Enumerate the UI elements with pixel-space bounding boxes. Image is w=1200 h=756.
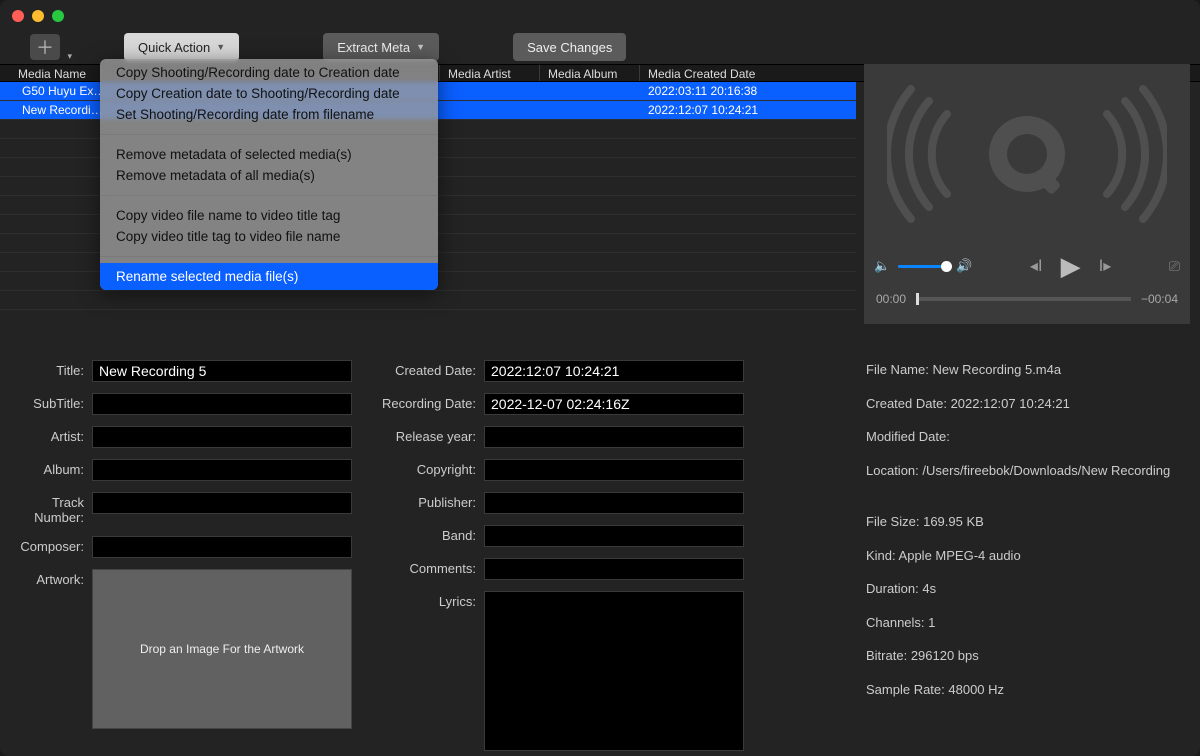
composer-field[interactable] [92, 536, 352, 558]
save-changes-button[interactable]: Save Changes [513, 33, 626, 61]
label-composer: Composer: [10, 536, 92, 554]
label-album: Album: [10, 459, 92, 477]
release-year-field[interactable] [484, 426, 744, 448]
info-location: Location: /Users/fireebok/Downloads/New … [866, 461, 1186, 481]
preview-controls: 🔈 🔊 ◂Ⅰ ▶ Ⅰ▸ ⎚ [864, 246, 1190, 286]
info-channels: Channels: 1 [866, 613, 1186, 633]
add-media-button[interactable]: ＋ [30, 34, 60, 60]
label-artist: Artist: [10, 426, 92, 444]
info-bitrate: Bitrate: 296120 bps [866, 646, 1186, 666]
band-field[interactable] [484, 525, 744, 547]
preview-artwork [864, 64, 1190, 244]
info-samplerate: Sample Rate: 48000 Hz [866, 680, 1186, 700]
metadata-form: Title:New Recording 5 SubTitle: Artist: … [10, 360, 770, 751]
comments-field[interactable] [484, 558, 744, 580]
window-controls [12, 10, 64, 22]
info-modified: Modified Date: [866, 427, 1186, 447]
cell-name: New Recordi…5.m [22, 103, 102, 117]
label-created: Created Date: [382, 360, 484, 378]
quicktime-icon [887, 79, 1167, 229]
artist-field[interactable] [92, 426, 352, 448]
label-comments: Comments: [382, 558, 484, 576]
menu-item-remove-metadata-selected[interactable]: Remove metadata of selected media(s) [100, 141, 438, 165]
step-back-button[interactable]: ◂Ⅰ [1030, 256, 1043, 276]
play-button[interactable]: ▶ [1061, 251, 1081, 282]
album-field[interactable] [92, 459, 352, 481]
label-copyright: Copyright: [382, 459, 484, 477]
copyright-field[interactable] [484, 459, 744, 481]
info-kind: Kind: Apple MPEG-4 audio [866, 546, 1186, 566]
track-field[interactable] [92, 492, 352, 514]
menu-separator [100, 256, 438, 257]
label-band: Band: [382, 525, 484, 543]
quick-action-label: Quick Action [138, 40, 210, 55]
cell-created: 2022:12:07 10:24:21 [640, 103, 840, 117]
label-lyrics: Lyrics: [382, 591, 484, 609]
recording-date-field[interactable]: 2022-12-07 02:24:16Z [484, 393, 744, 415]
col-media-created[interactable]: Media Created Date [640, 65, 840, 81]
scrubber[interactable] [916, 297, 1131, 301]
chevron-down-icon: ▼ [416, 42, 425, 52]
extract-meta-label: Extract Meta [337, 40, 410, 55]
menu-item-copy-creation-to-shooting[interactable]: Copy Creation date to Shooting/Recording… [100, 83, 438, 104]
app-window: ＋ Quick Action ▼ Extract Meta ▼ Save Cha… [0, 0, 1200, 756]
step-forward-button[interactable]: Ⅰ▸ [1099, 256, 1112, 276]
label-track: Track Number: [10, 492, 92, 525]
lyrics-field[interactable] [484, 591, 744, 751]
preview-pane: 🔈 🔊 ◂Ⅰ ▶ Ⅰ▸ ⎚ 00:00 −00:04 [864, 64, 1190, 324]
menu-item-copy-filename-to-title[interactable]: Copy video file name to video title tag [100, 202, 438, 226]
menu-separator [100, 134, 438, 135]
label-recording: Recording Date: [382, 393, 484, 411]
cell-created: 2022:03:11 20:16:38 [640, 84, 840, 98]
preview-timeline: 00:00 −00:04 [864, 284, 1190, 314]
menu-separator [100, 195, 438, 196]
time-remaining: −00:04 [1141, 292, 1178, 306]
airplay-icon[interactable]: ⎚ [1169, 258, 1180, 275]
extract-meta-button[interactable]: Extract Meta ▼ [323, 33, 439, 61]
cell-name: G50 Huyu Ex…3. [22, 84, 102, 98]
close-window-button[interactable] [12, 10, 24, 22]
created-date-field[interactable]: 2022:12:07 10:24:21 [484, 360, 744, 382]
chevron-down-icon: ▼ [216, 42, 225, 52]
file-info-panel: File Name: New Recording 5.m4a Created D… [866, 360, 1186, 699]
label-subtitle: SubTitle: [10, 393, 92, 411]
menu-item-set-shooting-from-filename[interactable]: Set Shooting/Recording date from filenam… [100, 104, 438, 128]
col-media-name[interactable]: Media Name [10, 65, 102, 81]
zoom-window-button[interactable] [52, 10, 64, 22]
save-changes-label: Save Changes [527, 40, 612, 55]
info-created: Created Date: 2022:12:07 10:24:21 [866, 394, 1186, 414]
label-artwork: Artwork: [10, 569, 92, 587]
col-media-artist[interactable]: Media Artist [440, 65, 540, 81]
quick-action-menu: Copy Shooting/Recording date to Creation… [100, 59, 438, 290]
title-field[interactable]: New Recording 5 [92, 360, 352, 382]
minimize-window-button[interactable] [32, 10, 44, 22]
menu-item-copy-title-to-filename[interactable]: Copy video title tag to video file name [100, 226, 438, 250]
label-publisher: Publisher: [382, 492, 484, 510]
info-duration: Duration: 4s [866, 579, 1186, 599]
info-filename: File Name: New Recording 5.m4a [866, 360, 1186, 380]
volume-slider[interactable] [898, 265, 948, 268]
menu-item-rename-selected[interactable]: Rename selected media file(s) [100, 263, 438, 290]
quick-action-button[interactable]: Quick Action ▼ [124, 33, 239, 61]
label-title: Title: [10, 360, 92, 378]
artwork-dropzone[interactable]: Drop an Image For the Artwork [92, 569, 352, 729]
volume-low-icon: 🔈 [874, 258, 890, 274]
subtitle-field[interactable] [92, 393, 352, 415]
volume-high-icon: 🔊 [956, 258, 972, 274]
label-release: Release year: [382, 426, 484, 444]
info-filesize: File Size: 169.95 KB [866, 512, 1186, 532]
publisher-field[interactable] [484, 492, 744, 514]
col-media-album[interactable]: Media Album [540, 65, 640, 81]
form-column-left: Title:New Recording 5 SubTitle: Artist: … [10, 360, 352, 751]
form-column-right: Created Date:2022:12:07 10:24:21 Recordi… [382, 360, 744, 751]
menu-item-remove-metadata-all[interactable]: Remove metadata of all media(s) [100, 165, 438, 189]
menu-item-copy-shooting-to-creation[interactable]: Copy Shooting/Recording date to Creation… [100, 59, 438, 83]
time-elapsed: 00:00 [876, 292, 906, 306]
